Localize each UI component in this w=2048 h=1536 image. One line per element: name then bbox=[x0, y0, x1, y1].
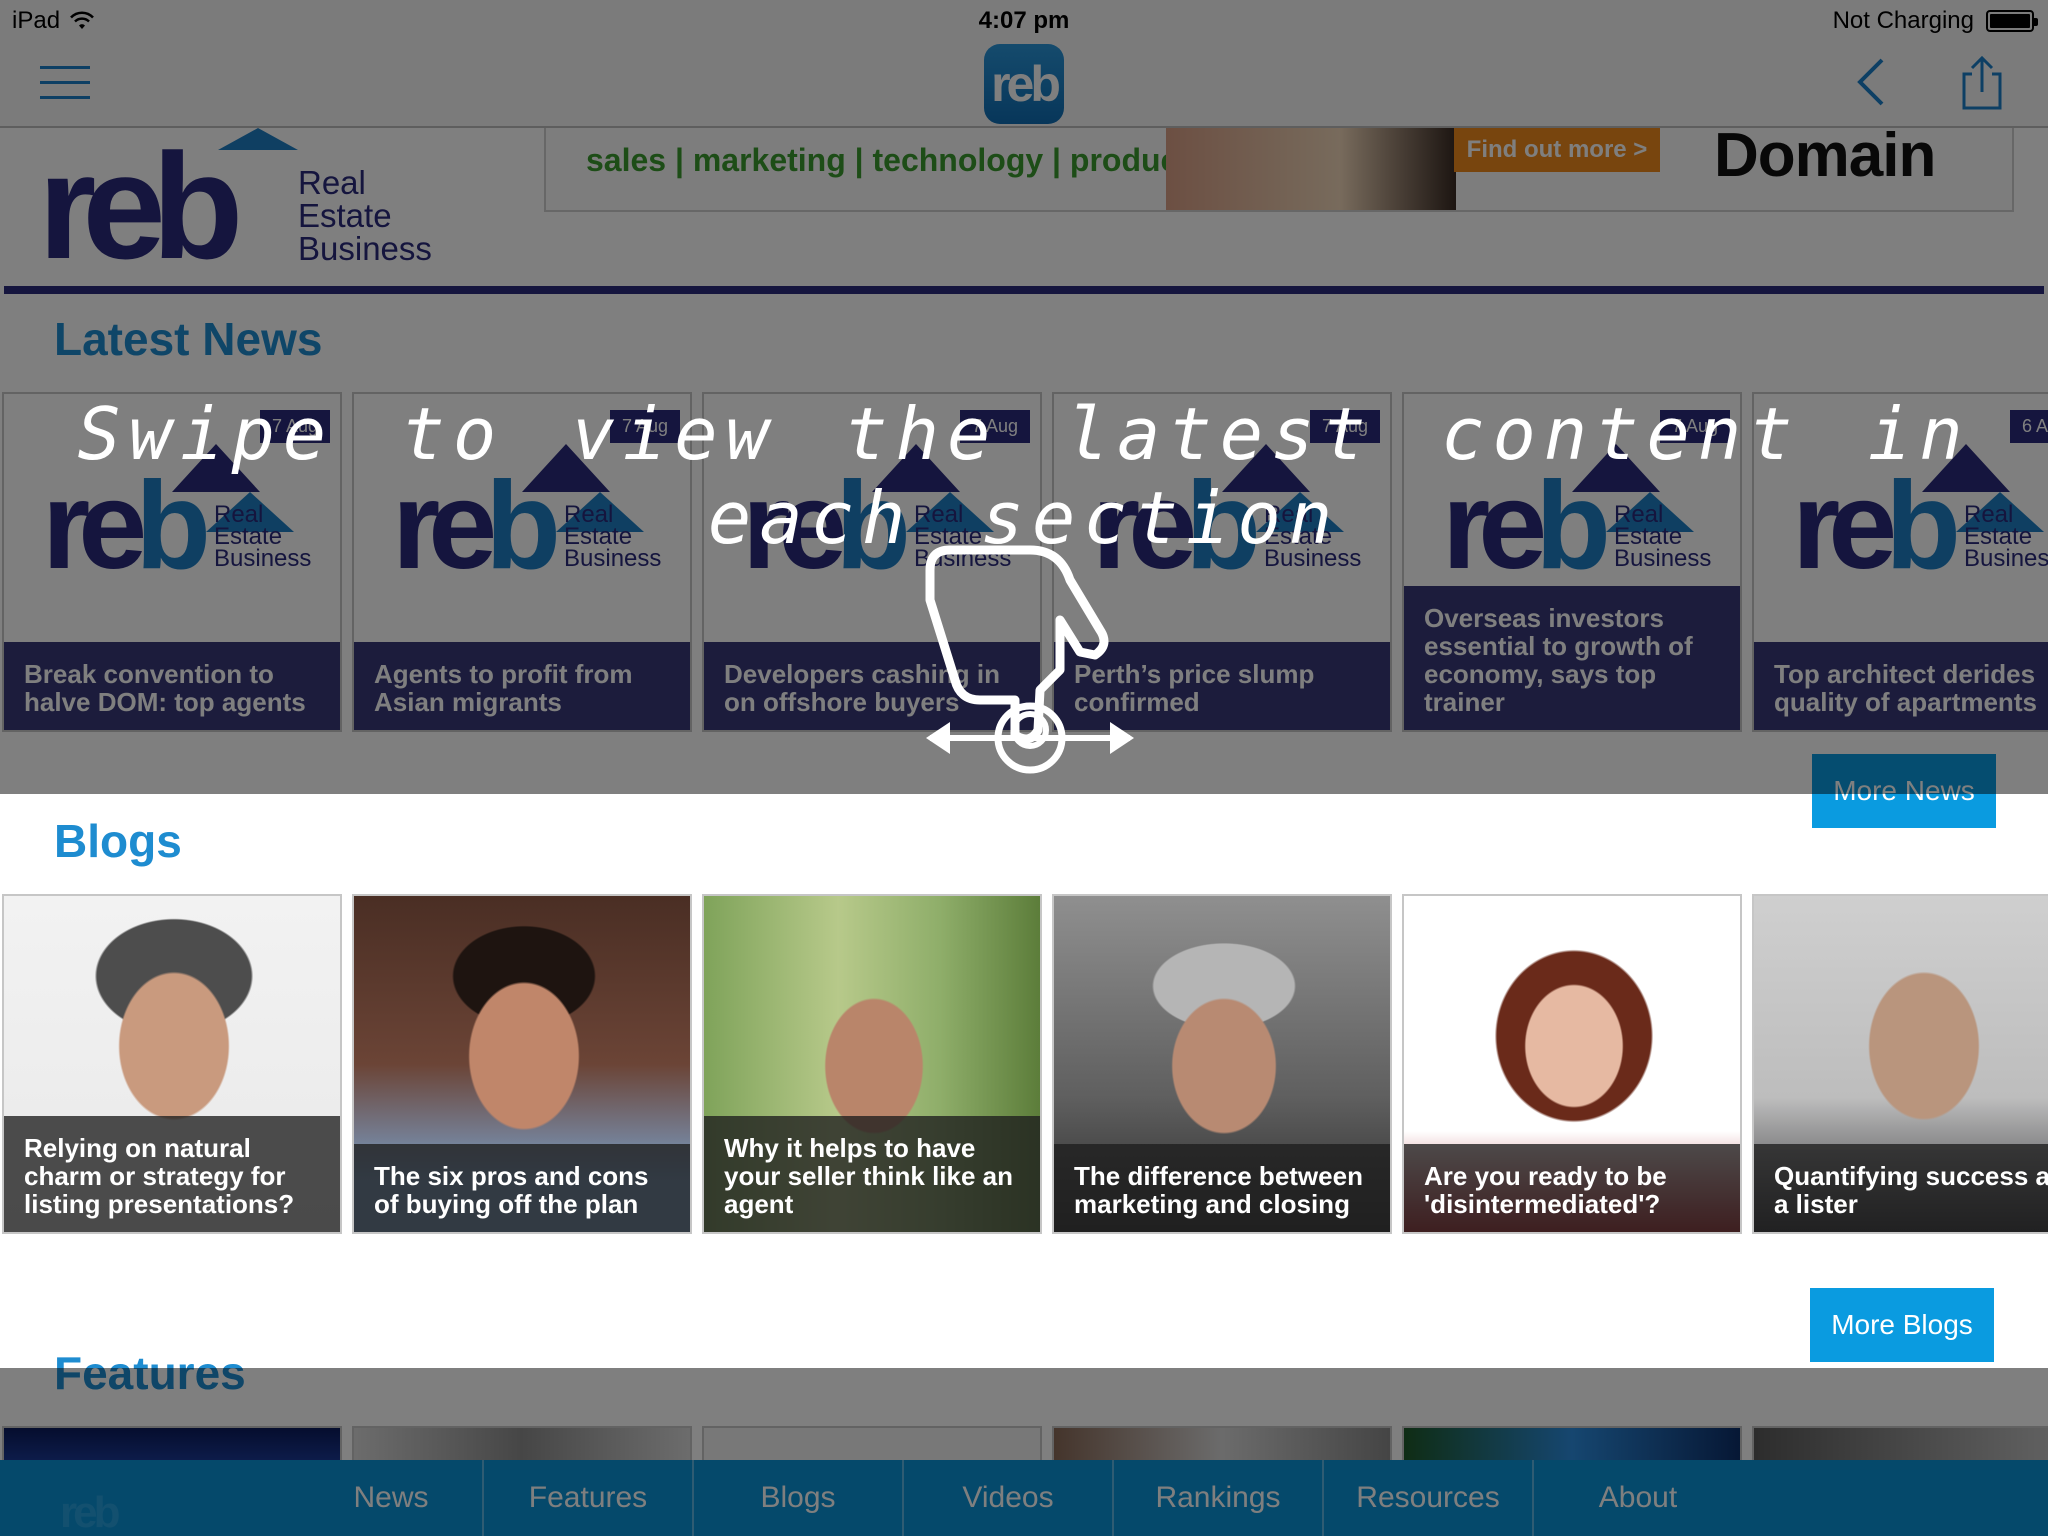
blog-card-caption: Why it helps to have your seller think l… bbox=[704, 1116, 1040, 1232]
blog-card-caption: Relying on natural charm or strategy for… bbox=[4, 1116, 340, 1232]
swipe-hint-text: Swipe to view the latest content in each… bbox=[77, 392, 1971, 560]
more-blogs-button[interactable]: More Blogs bbox=[1810, 1288, 1994, 1362]
blog-card[interactable]: Relying on natural charm or strategy for… bbox=[2, 894, 342, 1234]
blog-card[interactable]: The six pros and cons of buying off the … bbox=[352, 894, 692, 1234]
blog-card-caption: The difference between marketing and clo… bbox=[1054, 1144, 1390, 1232]
blog-card[interactable]: Quantifying success as a lister bbox=[1752, 894, 2048, 1234]
swipe-gesture-icon bbox=[925, 545, 1134, 774]
blog-card[interactable]: Why it helps to have your seller think l… bbox=[702, 894, 1042, 1234]
blog-card-caption: The six pros and cons of buying off the … bbox=[354, 1144, 690, 1232]
blog-card-caption: Quantifying success as a lister bbox=[1754, 1144, 2048, 1232]
blog-card[interactable]: Are you ready to be 'disintermediated'? bbox=[1402, 894, 1742, 1234]
blog-card-caption: Are you ready to be 'disintermediated'? bbox=[1404, 1144, 1740, 1232]
blog-card[interactable]: The difference between marketing and clo… bbox=[1052, 894, 1392, 1234]
tutorial-overlay-bottom[interactable] bbox=[0, 1368, 2048, 1536]
blogs-carousel[interactable]: Relying on natural charm or strategy for… bbox=[2, 894, 2048, 1234]
blogs-title: Blogs bbox=[54, 815, 182, 867]
